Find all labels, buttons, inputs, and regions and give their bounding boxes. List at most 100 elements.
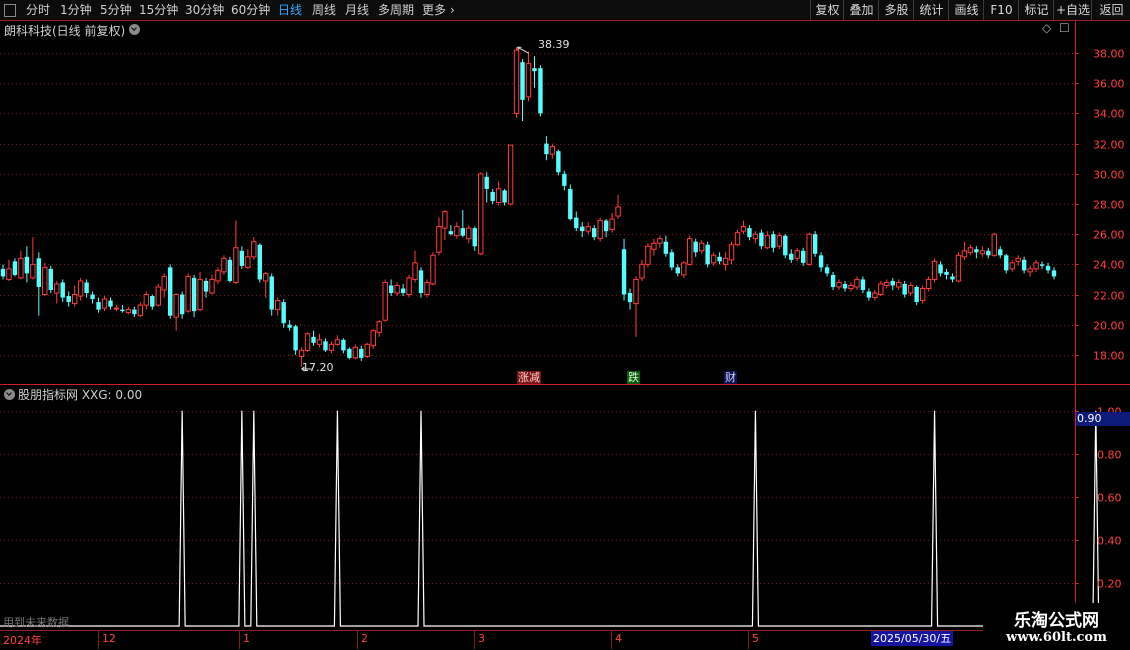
candle-body-down xyxy=(239,250,245,266)
candle-body-down xyxy=(759,232,764,247)
x-tick xyxy=(748,631,749,649)
candle-body-up xyxy=(406,277,412,296)
candle-body-down xyxy=(950,276,955,280)
candle-body-down xyxy=(998,249,1003,256)
chevron-down-icon[interactable] xyxy=(4,389,15,400)
candle-body-down xyxy=(191,277,197,312)
candle-body-up xyxy=(77,280,84,297)
candle-body-down xyxy=(24,256,30,274)
candle-body-up xyxy=(6,268,12,280)
candle-body-down xyxy=(717,256,722,262)
candle-body-down xyxy=(347,348,352,358)
candle-body-down xyxy=(400,288,406,294)
candle-body-down xyxy=(544,143,549,155)
candle-body-down xyxy=(783,235,788,256)
candle-body-up xyxy=(698,242,705,252)
candle-body-up xyxy=(639,263,645,279)
candle-body-down xyxy=(460,228,466,236)
candle-body-down xyxy=(693,241,698,253)
candle-body-down xyxy=(1004,255,1009,271)
tag-up-reduce[interactable]: 涨减 xyxy=(517,371,541,384)
candle-body-down xyxy=(556,151,561,173)
candle-body-down xyxy=(538,68,543,114)
candle-body-down xyxy=(60,282,65,298)
candle-body-down xyxy=(311,336,316,343)
price-axis-label: 20.00 xyxy=(1093,319,1125,332)
candle-body-up xyxy=(101,298,108,309)
indicator-axis-label: 0.20 xyxy=(1097,577,1122,590)
candle-body-down xyxy=(36,258,42,287)
candle-body-down xyxy=(48,268,53,291)
candle-body-up xyxy=(919,287,926,302)
indicator-current-value: 0.90 xyxy=(1076,412,1130,426)
candle-body-down xyxy=(532,68,537,72)
candle-body-up xyxy=(872,292,878,299)
candle-body-down xyxy=(108,300,113,307)
chevron-down-icon[interactable] xyxy=(129,24,140,35)
x-label-month: 1 xyxy=(243,632,250,645)
candle-body-up xyxy=(436,226,442,253)
candle-body-up xyxy=(979,250,986,255)
candle-body-down xyxy=(675,267,680,274)
candle-body-up xyxy=(955,254,962,282)
x-label-month: 2 xyxy=(361,632,368,645)
candle-body-up xyxy=(370,330,376,347)
candle-body-up xyxy=(681,262,687,276)
candle-body-up xyxy=(776,235,783,247)
candle-body-down xyxy=(789,253,794,260)
x-label-month: 3 xyxy=(478,632,485,645)
candle-body-up xyxy=(907,284,914,294)
candle-body-down xyxy=(860,279,866,291)
candle-body-up xyxy=(961,250,968,258)
candle-body-up xyxy=(878,283,884,296)
price-axis-label: 28.00 xyxy=(1093,198,1125,211)
candle-body-up xyxy=(442,211,448,229)
candle-body-down xyxy=(341,339,346,351)
candle-body-up xyxy=(155,286,161,306)
candle-body-down xyxy=(986,250,991,256)
kline-chart[interactable] xyxy=(0,0,1130,650)
candle-body-up xyxy=(430,254,436,285)
candle-body-up xyxy=(513,49,520,114)
indicator-axis-label: 0.80 xyxy=(1097,448,1122,461)
price-axis-label: 18.00 xyxy=(1093,349,1125,362)
candle-body-up xyxy=(597,220,603,240)
candle-body-up xyxy=(854,278,860,288)
candle-body-down xyxy=(84,282,89,294)
candle-body-up xyxy=(764,235,771,249)
candle-body-down xyxy=(179,294,185,315)
tag-finance[interactable]: 财 xyxy=(724,371,737,384)
candle-body-up xyxy=(478,173,484,255)
candle-body-down xyxy=(938,264,943,274)
candle-body-down xyxy=(168,267,173,316)
candle-body-down xyxy=(472,228,477,247)
price-axis-label: 22.00 xyxy=(1093,289,1125,302)
candle-body-up xyxy=(304,333,311,351)
candle-body-up xyxy=(710,254,717,264)
x-label-month: 4 xyxy=(615,632,622,645)
candle-body-down xyxy=(902,283,907,295)
candle-body-up xyxy=(466,227,472,240)
candle-body-down xyxy=(323,341,328,351)
price-axis-label: 30.00 xyxy=(1093,168,1125,181)
x-tick xyxy=(611,631,612,649)
x-tick xyxy=(474,631,475,649)
candle-body-down xyxy=(203,280,209,292)
tag-down[interactable]: 跌 xyxy=(627,371,640,384)
candle-body-up xyxy=(161,275,167,291)
candle-body-up xyxy=(687,238,693,265)
candle-body-up xyxy=(1015,257,1021,262)
candle-body-up xyxy=(352,346,359,359)
diamond-icon[interactable]: ◇ xyxy=(1042,21,1051,35)
candle-body-down xyxy=(66,296,71,303)
candle-body-down xyxy=(944,271,949,275)
candle-body-up xyxy=(931,260,938,280)
candle-body-down xyxy=(866,291,872,298)
candle-body-down xyxy=(502,190,507,203)
candle-body-down xyxy=(914,286,919,303)
candle-body-down xyxy=(705,244,710,265)
checkbox-icon[interactable]: ☐ xyxy=(1059,21,1070,35)
candle-body-down xyxy=(603,220,609,232)
candle-body-up xyxy=(991,233,997,256)
candle-body-up xyxy=(848,284,854,289)
